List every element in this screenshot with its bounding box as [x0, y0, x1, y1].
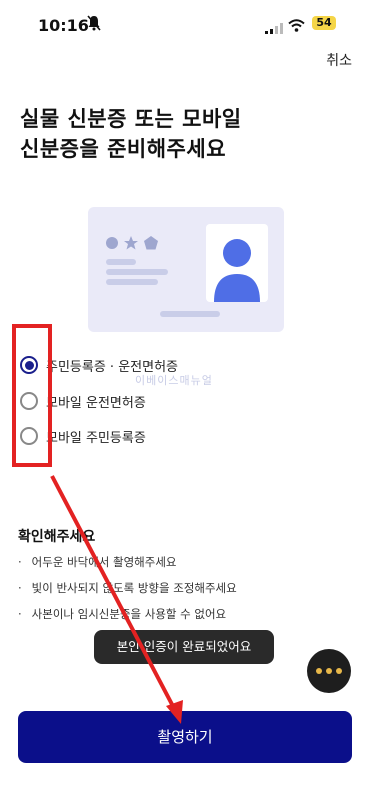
radio-option-resident-or-license[interactable]: 주민등록증 · 운전면허증 — [18, 352, 278, 378]
cancel-button[interactable]: 취소 — [326, 50, 352, 70]
info-line — [106, 269, 168, 275]
wifi-icon — [288, 17, 305, 36]
cell-signal-icon — [265, 19, 283, 38]
radio-label: 모바일 운전면허증 — [46, 395, 146, 411]
page-title-line2: 신분증을 준비해주세요 — [20, 137, 227, 161]
list-item: · 사본이나 임시신분증을 사용할 수 없어요 — [18, 607, 227, 621]
dot-icon — [336, 668, 342, 674]
capture-button[interactable]: 촬영하기 — [18, 711, 352, 763]
id-card-illustration — [88, 207, 284, 332]
pentagon-icon — [144, 235, 158, 254]
dot-icon — [326, 668, 332, 674]
checklist-title: 확인해주세요 — [18, 529, 96, 545]
radio-option-mobile-resident[interactable]: 모바일 주민등록증 — [18, 423, 278, 449]
status-time: 10:16 — [38, 16, 89, 35]
bell-muted-icon — [87, 15, 101, 35]
radio-label: 모바일 주민등록증 — [46, 430, 146, 446]
info-line — [106, 279, 158, 285]
page-title: 실물 신분증 또는 모바일 신분증을 준비해주세요 — [20, 104, 340, 164]
list-item: · 어두운 바닥에서 촬영해주세요 — [18, 555, 177, 569]
star-icon — [124, 235, 138, 254]
toast-message: 본인 인증이 완료되었어요 — [94, 630, 274, 664]
radio-label: 주민등록증 · 운전면허증 — [46, 359, 178, 375]
dot-icon — [316, 668, 322, 674]
battery-indicator: 54 — [312, 16, 336, 30]
status-bar: 10:16 54 — [0, 0, 370, 48]
chat-more-button[interactable] — [307, 649, 351, 693]
page-title-line1: 실물 신분증 또는 모바일 — [20, 107, 242, 131]
profile-photo — [206, 224, 268, 302]
circle-icon — [106, 237, 118, 249]
info-line — [160, 311, 220, 317]
info-line — [106, 259, 136, 265]
list-item: · 빛이 반사되지 않도록 방향을 조정해주세요 — [18, 581, 237, 595]
annotation-highlight-box — [12, 324, 52, 467]
radio-option-mobile-license[interactable]: 모바일 운전면허증 — [18, 388, 278, 414]
